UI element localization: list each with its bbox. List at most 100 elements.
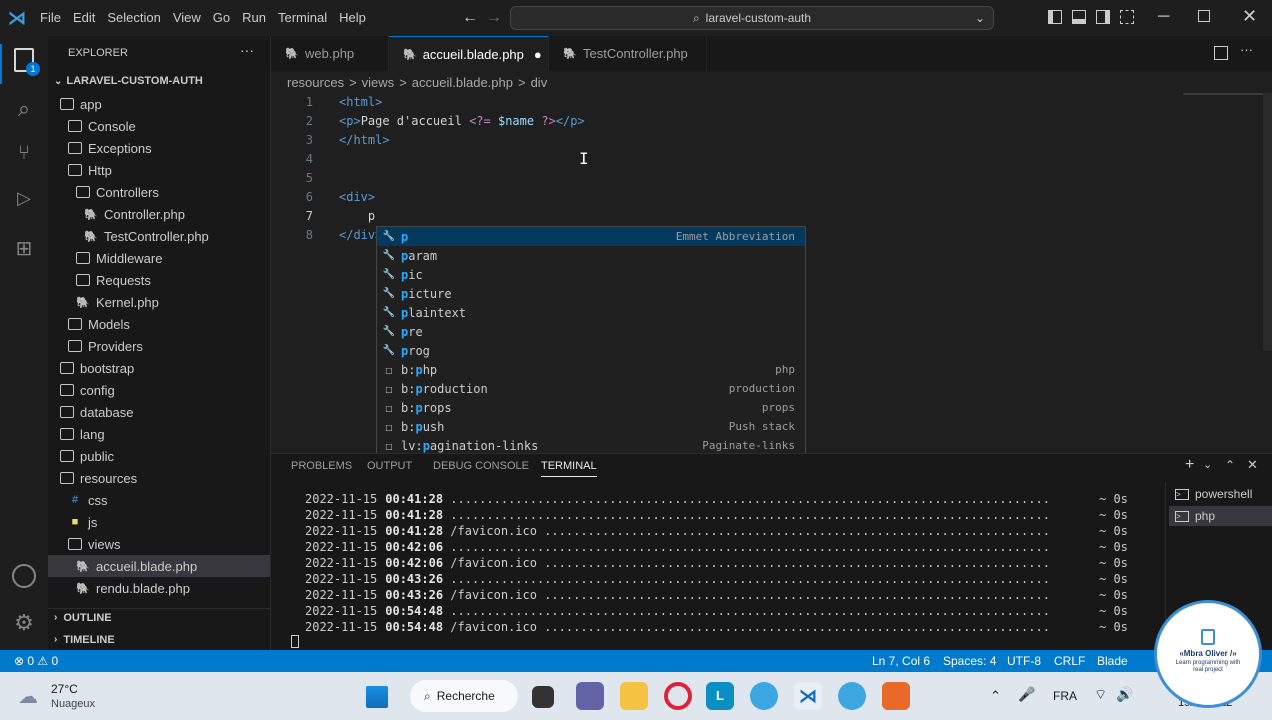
run-debug-icon[interactable]: ▷ <box>10 188 38 216</box>
tree-item[interactable]: Requests <box>48 269 270 291</box>
command-center[interactable]: ⌕ laravel-custom-auth ⌄ <box>510 6 994 30</box>
close-panel-icon[interactable]: ✕ <box>1247 457 1258 473</box>
browser-icon[interactable] <box>750 682 778 710</box>
maximize-panel-icon[interactable]: ⌃ <box>1225 458 1235 472</box>
restore-icon[interactable] <box>1198 10 1210 22</box>
volume-icon[interactable]: 🔊 <box>1116 686 1133 703</box>
chevron-up-icon[interactable]: ⌃ <box>990 688 1001 704</box>
split-editor-icon[interactable] <box>1214 46 1228 60</box>
tree-item[interactable]: Middleware <box>48 247 270 269</box>
suggestion-item[interactable]: ☐ b:php php <box>377 360 805 379</box>
search-icon[interactable]: ⌕ <box>10 96 38 124</box>
errors-indicator[interactable]: ⊗ 0 ⚠ 0 <box>14 654 58 668</box>
encoding[interactable]: UTF-8 <box>1007 654 1041 668</box>
indentation[interactable]: Spaces: 4 <box>943 654 996 668</box>
tab-web-php[interactable]: 🐘 web.php <box>271 36 389 71</box>
breadcrumb-item[interactable]: views <box>362 75 395 90</box>
menu-item-selection[interactable]: Selection <box>101 0 166 36</box>
more-actions-icon[interactable]: ··· <box>1240 42 1253 57</box>
breadcrumb-item[interactable]: resources <box>287 75 344 90</box>
suggestion-item[interactable]: 🔧 pre <box>377 322 805 341</box>
minimize-icon[interactable]: ─ <box>1158 8 1169 26</box>
tree-item[interactable]: Models <box>48 313 270 335</box>
new-terminal-icon[interactable]: + <box>1185 456 1194 474</box>
outline-section[interactable]: › OUTLINE <box>54 612 112 624</box>
menu-item-run[interactable]: Run <box>236 0 272 36</box>
app-l-icon[interactable]: L <box>706 682 734 710</box>
minimap[interactable] <box>1183 93 1263 99</box>
terminal-item-php[interactable]: > php <box>1169 506 1272 526</box>
chevron-down-icon[interactable]: ⌄ <box>975 11 985 25</box>
task-view-icon[interactable] <box>532 686 554 708</box>
project-root[interactable]: ⌄ LARAVEL-CUSTOM-AUTH <box>54 75 203 87</box>
tab-terminal[interactable]: TERMINAL <box>541 460 597 477</box>
menu-item-terminal[interactable]: Terminal <box>272 0 333 36</box>
suggestion-item[interactable]: ☐ b:props props <box>377 398 805 417</box>
menu-item-file[interactable]: File <box>34 0 67 36</box>
tree-item[interactable]: Exceptions <box>48 137 270 159</box>
breadcrumb-item[interactable]: div <box>531 75 548 90</box>
tree-item[interactable]: config <box>48 379 270 401</box>
tree-item[interactable]: public <box>48 445 270 467</box>
toggle-primary-sidebar-icon[interactable] <box>1048 10 1062 24</box>
tree-item[interactable]: Controllers <box>48 181 270 203</box>
tab-testcontroller[interactable]: 🐘 TestController.php <box>549 36 707 71</box>
menu-item-edit[interactable]: Edit <box>67 0 101 36</box>
suggestion-item[interactable]: 🔧 picture <box>377 284 805 303</box>
app-orange-icon[interactable] <box>882 682 910 710</box>
tree-item[interactable]: bootstrap <box>48 357 270 379</box>
tree-item[interactable]: Providers <box>48 335 270 357</box>
close-window-icon[interactable]: ✕ <box>1242 6 1257 27</box>
file-explorer-icon[interactable] <box>620 682 648 710</box>
teams-icon[interactable] <box>576 682 604 710</box>
scrollbar[interactable] <box>1263 93 1272 351</box>
terminal-item-powershell[interactable]: > powershell <box>1169 484 1272 504</box>
forward-arrow-icon[interactable]: → <box>486 9 502 27</box>
input-language[interactable]: FRA <box>1053 689 1077 703</box>
tab-output[interactable]: OUTPUT <box>367 460 412 472</box>
tree-item[interactable]: 🐘 Kernel.php <box>48 291 270 313</box>
browser-icon[interactable] <box>838 682 866 710</box>
suggestion-item[interactable]: 🔧 prog <box>377 341 805 360</box>
taskbar-search[interactable]: ⌕ Recherche <box>410 680 518 712</box>
tree-item[interactable]: # css <box>48 489 270 511</box>
suggestion-item[interactable]: ☐ b:production production <box>377 379 805 398</box>
back-arrow-icon[interactable]: ← <box>462 9 478 27</box>
settings-gear-icon[interactable]: ⚙ <box>10 610 38 638</box>
tree-item[interactable]: app <box>48 93 270 115</box>
tree-item[interactable]: 🐘 rendu.blade.php <box>48 577 270 599</box>
suggestion-item[interactable]: ☐ b:push Push stack <box>377 417 805 436</box>
tree-item[interactable]: 🐘 accueil.blade.php <box>48 555 270 577</box>
breadcrumb-item[interactable]: accueil.blade.php <box>412 75 513 90</box>
menu-item-go[interactable]: Go <box>207 0 236 36</box>
suggestion-item[interactable]: 🔧 param <box>377 246 805 265</box>
tab-debug-console[interactable]: DEBUG CONSOLE <box>433 460 529 472</box>
account-icon[interactable] <box>12 564 36 588</box>
wifi-icon[interactable]: ⌔ <box>1094 686 1107 704</box>
tree-item[interactable]: Console <box>48 115 270 137</box>
suggestion-item[interactable]: 🔧 p Emmet Abbreviation <box>377 227 805 246</box>
line-ending[interactable]: CRLF <box>1054 654 1085 668</box>
toggle-panel-icon[interactable] <box>1072 10 1086 24</box>
cursor-position[interactable]: Ln 7, Col 6 <box>872 654 930 668</box>
tree-item[interactable]: lang <box>48 423 270 445</box>
tree-item[interactable]: resources <box>48 467 270 489</box>
tree-item[interactable]: Http <box>48 159 270 181</box>
suggestion-item[interactable]: 🔧 plaintext <box>377 303 805 322</box>
more-actions-icon[interactable]: ··· <box>240 42 254 58</box>
unsaved-dot-icon[interactable]: ● <box>534 47 542 62</box>
menu-item-view[interactable]: View <box>167 0 207 36</box>
tree-item[interactable]: views <box>48 533 270 555</box>
chevron-down-icon[interactable]: ⌄ <box>1203 458 1212 471</box>
vscode-taskbar-icon[interactable]: ⋊ <box>794 682 822 710</box>
extensions-icon[interactable]: ⊞ <box>10 236 38 264</box>
tree-item[interactable]: 🐘 TestController.php <box>48 225 270 247</box>
timeline-section[interactable]: › TIMELINE <box>54 634 115 646</box>
source-control-icon[interactable]: ⑂ <box>10 142 38 170</box>
tree-item[interactable]: database <box>48 401 270 423</box>
tab-problems[interactable]: PROBLEMS <box>291 460 352 472</box>
tree-item[interactable]: 🐘 Controller.php <box>48 203 270 225</box>
menu-item-help[interactable]: Help <box>333 0 372 36</box>
windows-start-icon[interactable] <box>366 686 388 708</box>
customize-layout-icon[interactable] <box>1120 10 1134 24</box>
